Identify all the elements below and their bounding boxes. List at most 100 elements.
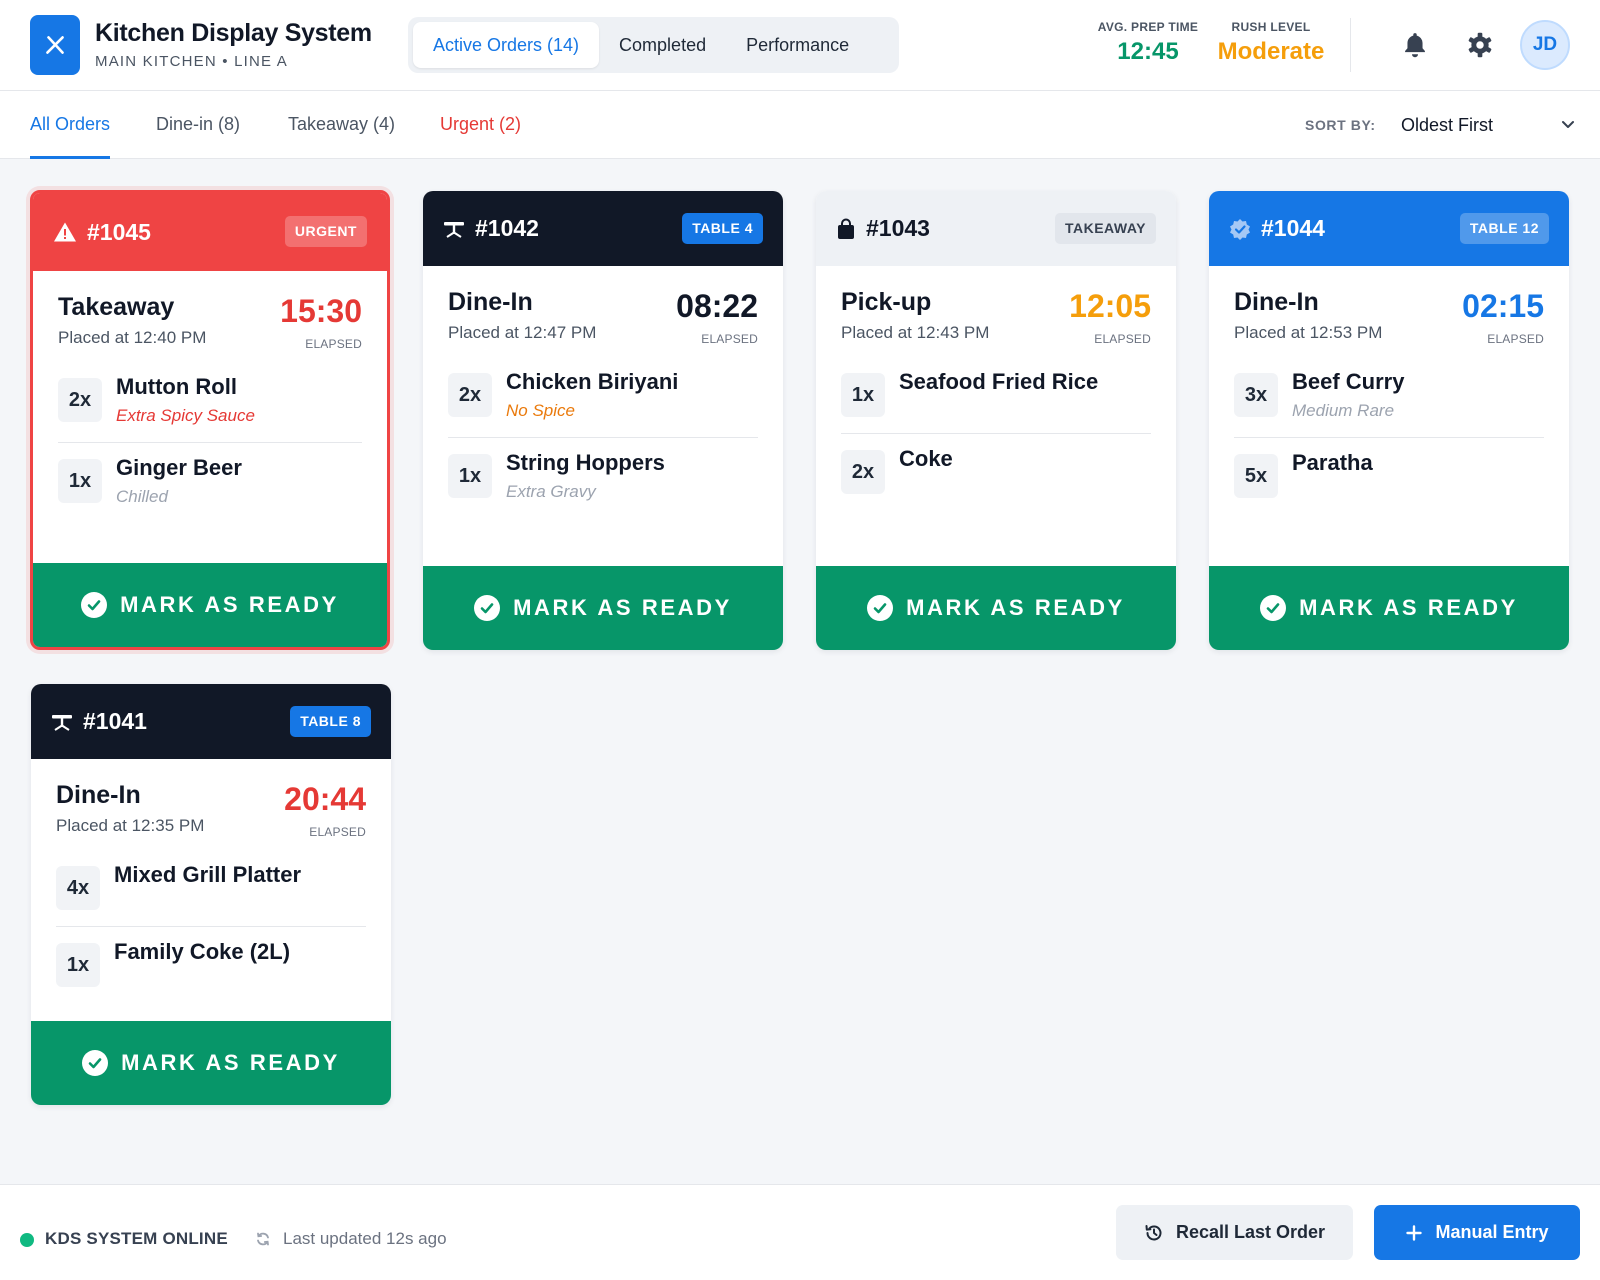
- history-icon: [1145, 1224, 1162, 1240]
- system-status: KDS SYSTEM ONLINE: [45, 1229, 228, 1248]
- app-subtitle: MAIN KITCHEN • LINE A: [95, 53, 288, 70]
- order-card-body: Dine-In Placed at 12:47 PM 08:22 ELAPSED…: [423, 266, 783, 566]
- item-name: Mutton Roll: [116, 374, 237, 399]
- header-divider: [1350, 18, 1351, 72]
- rush-level-metric: RUSH LEVEL Moderate: [1210, 20, 1332, 66]
- app-title: Kitchen Display System: [95, 19, 372, 47]
- table-badge: TABLE 8: [290, 706, 371, 737]
- recall-last-order-button[interactable]: Recall Last Order: [1116, 1205, 1353, 1260]
- order-card-body: Takeaway Placed at 12:40 PM 15:30 ELAPSE…: [33, 271, 387, 571]
- mark-ready-button[interactable]: MARK AS READY: [1209, 566, 1569, 650]
- item-quantity: 3x: [1234, 373, 1278, 417]
- order-number: #1043: [866, 215, 930, 241]
- avg-prep-label: AVG. PREP TIME: [1097, 20, 1199, 34]
- order-card-header: #1041 TABLE 8: [31, 684, 391, 759]
- order-item: 5x Paratha: [1234, 437, 1544, 514]
- order-item: 1x String Hoppers Extra Gravy: [448, 437, 758, 518]
- check-circle-icon: [474, 595, 501, 621]
- top-header: Kitchen Display System MAIN KITCHEN • LI…: [0, 0, 1600, 91]
- sync-icon: [257, 1232, 269, 1246]
- user-avatar[interactable]: JD: [1520, 20, 1570, 70]
- urgent-badge: URGENT: [284, 216, 367, 247]
- check-circle-icon: [82, 1050, 109, 1076]
- gear-icon: [1468, 32, 1492, 58]
- item-name: Ginger Beer: [116, 455, 242, 480]
- filter-takeaway[interactable]: Takeaway (4): [288, 91, 395, 159]
- last-updated: Last updated 12s ago: [255, 1229, 447, 1249]
- takeaway-badge: TAKEAWAY: [1054, 213, 1156, 244]
- item-quantity: 2x: [841, 450, 885, 494]
- item-quantity: 2x: [448, 373, 492, 417]
- order-items: 4x Mixed Grill Platter 1x Family Coke (2…: [56, 862, 366, 1003]
- order-item: 4x Mixed Grill Platter: [56, 862, 366, 926]
- order-number: #1042: [475, 215, 539, 241]
- item-note: Extra Gravy: [506, 482, 596, 501]
- manual-entry-button[interactable]: Manual Entry: [1374, 1205, 1580, 1260]
- mark-ready-button[interactable]: MARK AS READY: [423, 566, 783, 650]
- plus-icon: [1406, 1224, 1423, 1241]
- check-circle-icon: [1260, 595, 1287, 621]
- chevron-down-icon: [1559, 105, 1577, 159]
- item-quantity: 2x: [58, 378, 102, 422]
- elapsed-timer: 02:15: [1462, 288, 1544, 324]
- filter-dine-in[interactable]: Dine-in (8): [156, 91, 240, 159]
- order-card: #1045 URGENT Takeaway Placed at 12:40 PM…: [30, 190, 390, 650]
- elapsed-label: ELAPSED: [701, 332, 758, 346]
- sort-value: Oldest First: [1401, 115, 1494, 135]
- check-circle-icon: [81, 592, 108, 618]
- order-card-header: #1045 URGENT: [33, 193, 387, 271]
- order-card-body: Dine-In Placed at 12:35 PM 20:44 ELAPSED…: [31, 759, 391, 1021]
- mark-ready-button[interactable]: MARK AS READY: [31, 1021, 391, 1105]
- order-items: 2x Chicken Biriyani No Spice 1x String H…: [448, 369, 758, 518]
- elapsed-timer: 08:22: [676, 288, 758, 324]
- order-items: 1x Seafood Fried Rice 2x Coke: [841, 369, 1151, 510]
- item-note: Medium Rare: [1292, 401, 1395, 420]
- settings-button[interactable]: [1464, 28, 1496, 62]
- elapsed-label: ELAPSED: [309, 825, 366, 839]
- order-item: 3x Beef Curry Medium Rare: [1234, 369, 1544, 437]
- table-icon: [52, 714, 72, 731]
- order-card-header: #1044 TABLE 12: [1209, 191, 1569, 266]
- table-badge: TABLE 12: [1459, 213, 1549, 244]
- item-name: Coke: [899, 446, 953, 471]
- bell-icon: [1405, 33, 1425, 58]
- mark-ready-label: MARK AS READY: [120, 592, 339, 617]
- shopping-bag-icon: [838, 218, 854, 239]
- elapsed-label: ELAPSED: [1094, 332, 1151, 346]
- sort-dropdown[interactable]: Oldest First: [1395, 105, 1577, 145]
- item-note: Chilled: [116, 487, 168, 506]
- mark-ready-button[interactable]: MARK AS READY: [33, 563, 387, 647]
- tab-completed[interactable]: Completed: [599, 22, 726, 68]
- item-note: Extra Spicy Sauce: [116, 406, 255, 425]
- item-quantity: 1x: [56, 943, 100, 987]
- avg-prep-value: 12:45: [1117, 38, 1179, 65]
- filter-urgent[interactable]: Urgent (2): [440, 91, 521, 159]
- table-badge: TABLE 4: [682, 213, 763, 244]
- filter-all-orders[interactable]: All Orders: [30, 91, 111, 159]
- tab-active-orders[interactable]: Active Orders (14): [413, 22, 600, 68]
- order-items: 2x Mutton Roll Extra Spicy Sauce 1x Ging…: [58, 374, 362, 523]
- order-number: #1041: [83, 708, 147, 734]
- app-logo: [30, 15, 80, 75]
- rush-level-label: RUSH LEVEL: [1231, 20, 1311, 34]
- mark-ready-label: MARK AS READY: [513, 595, 732, 620]
- item-name: String Hoppers: [506, 450, 665, 475]
- notifications-button[interactable]: [1399, 28, 1431, 62]
- filter-bar: All Orders Dine-in (8) Takeaway (4) Urge…: [0, 91, 1600, 159]
- item-name: Family Coke (2L): [114, 939, 291, 964]
- elapsed-timer: 15:30: [280, 293, 362, 329]
- order-number: #1045: [87, 218, 151, 245]
- item-name: Paratha: [1292, 450, 1373, 475]
- item-name: Chicken Biriyani: [506, 369, 679, 394]
- item-quantity: 1x: [58, 459, 102, 503]
- order-item: 2x Chicken Biriyani No Spice: [448, 369, 758, 437]
- online-status-dot: [20, 1233, 34, 1247]
- mark-ready-button[interactable]: MARK AS READY: [816, 566, 1176, 650]
- tab-performance[interactable]: Performance: [726, 22, 869, 68]
- order-card-header: #1042 TABLE 4: [423, 191, 783, 266]
- order-item: 2x Coke: [841, 433, 1151, 510]
- elapsed-label: ELAPSED: [305, 337, 362, 351]
- order-item: 1x Family Coke (2L): [56, 926, 366, 1003]
- order-item: 1x Seafood Fried Rice: [841, 369, 1151, 433]
- verified-badge-icon: [1230, 218, 1250, 240]
